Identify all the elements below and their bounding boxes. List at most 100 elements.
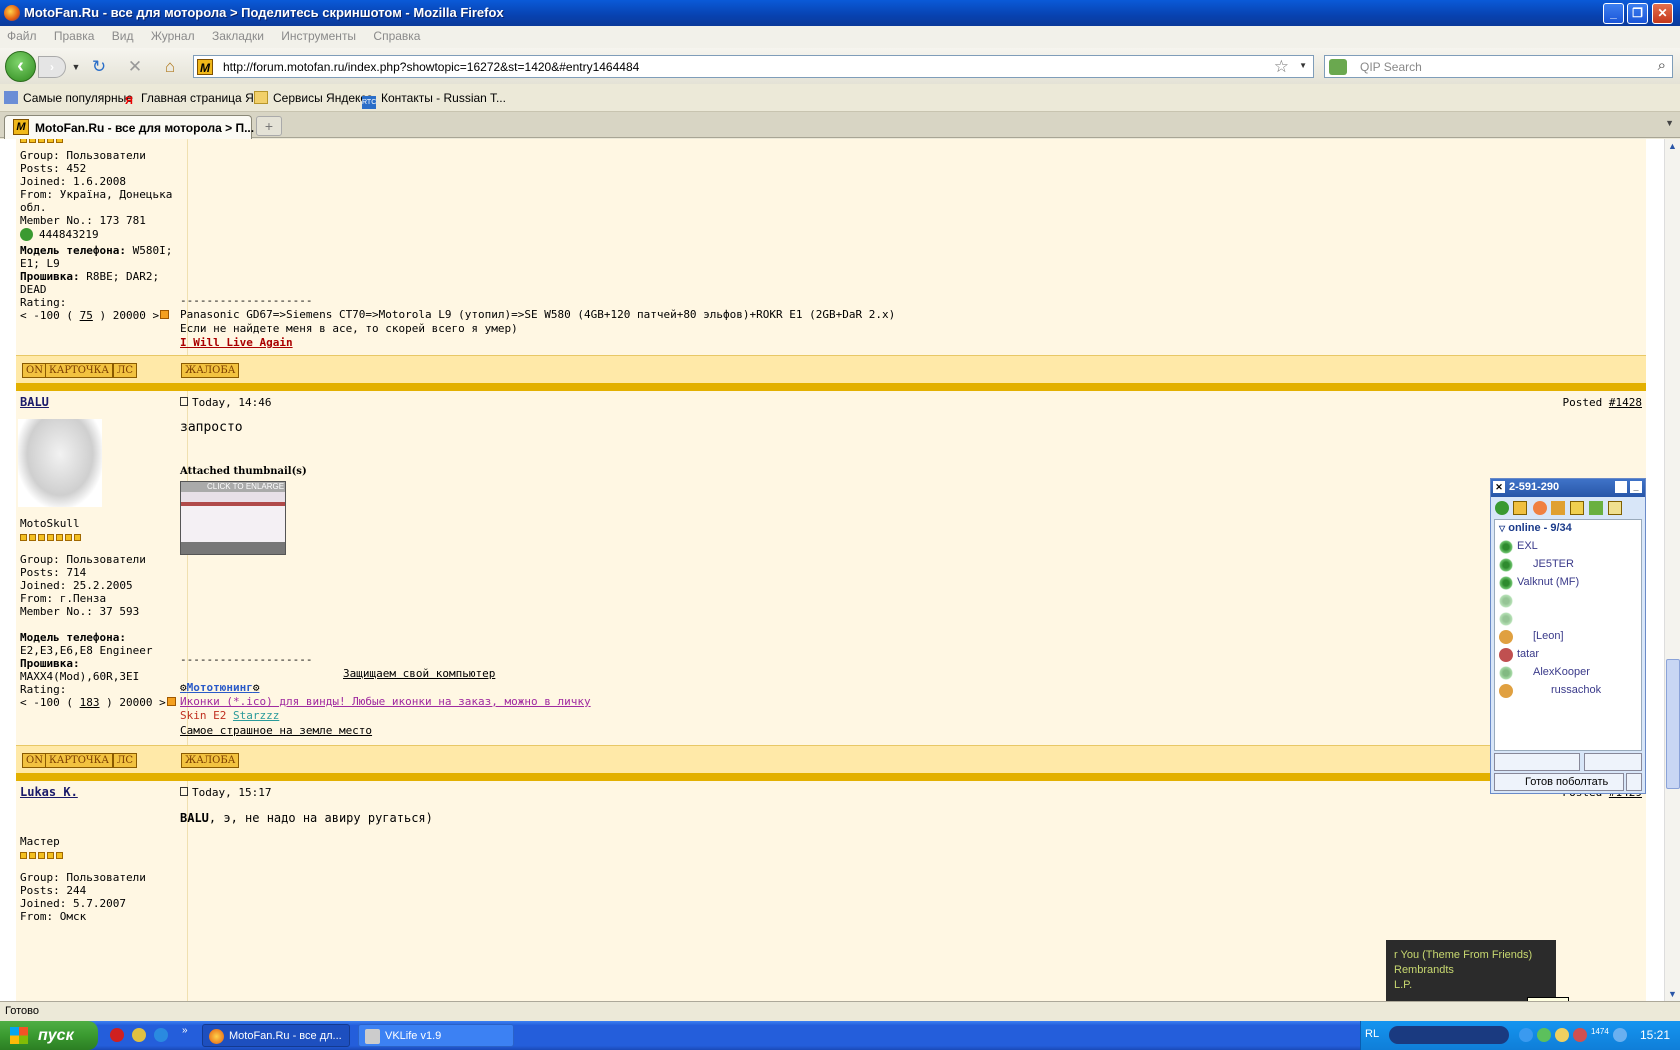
menu-tools[interactable]: Инструменты — [274, 26, 363, 46]
contact-leon[interactable]: [Leon] — [1533, 630, 1564, 642]
history-dropdown-icon[interactable]: ▼ — [66, 57, 86, 77]
new-tab-button[interactable]: + — [256, 116, 282, 136]
report-button[interactable]: ЖАЛОБА — [181, 363, 240, 378]
minimize-button[interactable]: _ — [1603, 3, 1624, 24]
signature-link-security[interactable]: Защищаем свой компьютер — [343, 667, 495, 681]
url-dropdown-icon[interactable]: ▼ — [1299, 61, 1307, 70]
qip-history-icon[interactable] — [1570, 501, 1584, 515]
signature-link[interactable]: I Will Live Again — [180, 336, 293, 350]
menu-file[interactable]: Файл — [0, 26, 44, 46]
qip-message-icon[interactable] — [1551, 501, 1565, 515]
qip-close-icon[interactable]: ✕ — [1493, 481, 1505, 493]
pm-button[interactable]: ЛС — [113, 363, 137, 378]
signature-link-tuning[interactable]: ⚙Мототюнинг⚙ — [180, 681, 259, 695]
scroll-up-icon[interactable]: ▲ — [1668, 141, 1677, 151]
close-button[interactable]: ✕ — [1652, 3, 1673, 24]
signature-link-scary[interactable]: Самое страшное на земле место — [180, 724, 372, 738]
tab-bar: M MotoFan.Ru - все для моторола > П... +… — [0, 112, 1680, 139]
rating-link[interactable]: 183 — [80, 696, 100, 709]
qip-info-icon[interactable] — [1608, 501, 1622, 515]
signature-link-starzzz[interactable]: Starzzz — [233, 709, 279, 722]
url-bar[interactable]: M http://forum.motofan.ru/index.php?show… — [193, 55, 1314, 78]
attached-thumbnail[interactable]: CLICK TO ENLARGE — [180, 481, 286, 555]
tab-motofan[interactable]: M MotoFan.Ru - все для моторола > П... — [4, 115, 254, 139]
task-vklife[interactable]: VKLife v1.9 — [358, 1024, 514, 1047]
post-author[interactable]: Lukas K. — [20, 785, 78, 799]
menu-help[interactable]: Справка — [366, 26, 427, 46]
bookmark-yandex-services[interactable]: Сервисы Яндекса — [254, 91, 373, 105]
rating-plus-icon[interactable] — [166, 697, 176, 706]
qip-status-icon[interactable] — [1495, 501, 1509, 515]
pm-button[interactable]: ЛС — [113, 753, 137, 768]
tray-network-icon[interactable] — [1537, 1028, 1551, 1042]
contact-status-icon — [1499, 576, 1513, 590]
ie-icon[interactable] — [154, 1028, 168, 1042]
qip-privacy-button[interactable] — [1626, 773, 1642, 791]
tray-security-icon[interactable] — [1573, 1028, 1587, 1042]
home-icon[interactable]: ⌂ — [160, 57, 180, 77]
user-firmware: MAXX4(Mod),60R,3EI — [20, 670, 140, 683]
signature-link-icons[interactable]: Иконки (*.ico) для винды! Любые иконки н… — [180, 695, 591, 709]
scroll-down-icon[interactable]: ▼ — [1668, 989, 1677, 999]
menu-view[interactable]: Вид — [105, 26, 141, 46]
contact-tatar[interactable]: tatar — [1517, 648, 1539, 660]
qip-quicklaunch-icon[interactable] — [132, 1028, 146, 1042]
media-controls[interactable] — [1389, 1026, 1509, 1044]
rating-link[interactable]: 75 — [80, 309, 93, 322]
tab-list-icon[interactable]: ▼ — [1665, 118, 1674, 128]
bookmark-popular[interactable]: Самые популярные — [4, 91, 133, 105]
user-firmware-cont: DEAD — [20, 283, 47, 296]
scroll-thumb[interactable] — [1666, 659, 1680, 789]
menu-edit[interactable]: Правка — [47, 26, 102, 46]
user-firmware: Прошивка: R8BE; DAR2; — [20, 270, 160, 283]
tray-arrow-icon[interactable] — [1519, 1028, 1533, 1042]
qip-main-menu-button[interactable] — [1494, 753, 1580, 771]
task-firefox[interactable]: MotoFan.Ru - все дл... — [202, 1024, 350, 1047]
start-button[interactable]: пуск — [0, 1021, 98, 1050]
title-bar: MotoFan.Ru - все для моторола > Поделите… — [0, 0, 1680, 26]
icq-flower-icon — [20, 228, 33, 241]
reload-icon[interactable]: ↻ — [89, 57, 109, 77]
maximize-button[interactable]: ❐ — [1627, 3, 1648, 24]
search-icon[interactable]: ⌕ — [1658, 57, 1666, 74]
contact-status-icon — [1499, 666, 1513, 680]
search-engine-icon[interactable] — [1329, 59, 1347, 75]
quicklaunch-more-icon[interactable]: » — [182, 1025, 188, 1036]
menu-bookmarks[interactable]: Закладки — [205, 26, 271, 46]
rating-plus-icon[interactable] — [160, 310, 170, 319]
contact-russachok[interactable]: russachok — [1551, 684, 1601, 696]
contact-valknut[interactable]: Valknut (MF) — [1517, 576, 1579, 588]
tray-qip-icon[interactable] — [1555, 1028, 1569, 1042]
language-indicator[interactable]: RL — [1365, 1028, 1379, 1040]
bookmark-yandex-home[interactable]: Я Главная страница Я... — [122, 91, 264, 108]
qip-google-icon[interactable] — [1513, 501, 1527, 515]
user-icq[interactable]: 444843219 — [20, 228, 99, 242]
contact-jester[interactable]: JE5TER — [1533, 558, 1574, 570]
tray-volume-icon[interactable] — [1613, 1028, 1627, 1042]
post-number: Posted #1428 — [1562, 396, 1643, 409]
user-phone: E2,E3,E6,E8 Engineer — [20, 644, 153, 657]
qip-settings-icon[interactable] — [1589, 501, 1603, 515]
signature-skins: Skin E2 Starzzz — [180, 709, 280, 722]
qip-restore-icon[interactable] — [1615, 481, 1627, 493]
post-author[interactable]: BALU — [20, 395, 49, 409]
profile-card-button[interactable]: КАРТОЧКА — [45, 753, 113, 768]
stop-icon[interactable]: ✕ — [125, 57, 145, 77]
vertical-scrollbar[interactable]: ▲ ▼ — [1664, 139, 1680, 1001]
search-box[interactable]: QIP Search ⌕ — [1324, 55, 1673, 78]
qip-offline-icon[interactable] — [1533, 501, 1547, 515]
back-button[interactable]: ‹ — [5, 51, 36, 82]
qip-tool-buttons[interactable] — [1584, 753, 1642, 771]
opera-icon[interactable] — [110, 1028, 124, 1042]
contact-alexkooper[interactable]: AlexKooper — [1533, 666, 1590, 678]
forward-button[interactable]: › — [38, 56, 66, 78]
bookmark-star-icon[interactable]: ☆ — [1274, 57, 1289, 77]
qip-status-button[interactable]: Готов поболтать — [1494, 773, 1624, 791]
contact-exl[interactable]: EXL — [1517, 540, 1538, 552]
menu-history[interactable]: Журнал — [144, 26, 202, 46]
report-button[interactable]: ЖАЛОБА — [181, 753, 240, 768]
profile-card-button[interactable]: КАРТОЧКА — [45, 363, 113, 378]
qip-online-group[interactable]: ▽ online - 9/34 — [1499, 522, 1572, 534]
bookmark-contacts[interactable]: RTC Контакты - Russian T... — [362, 91, 506, 109]
qip-minimize-icon[interactable]: _ — [1630, 481, 1642, 493]
